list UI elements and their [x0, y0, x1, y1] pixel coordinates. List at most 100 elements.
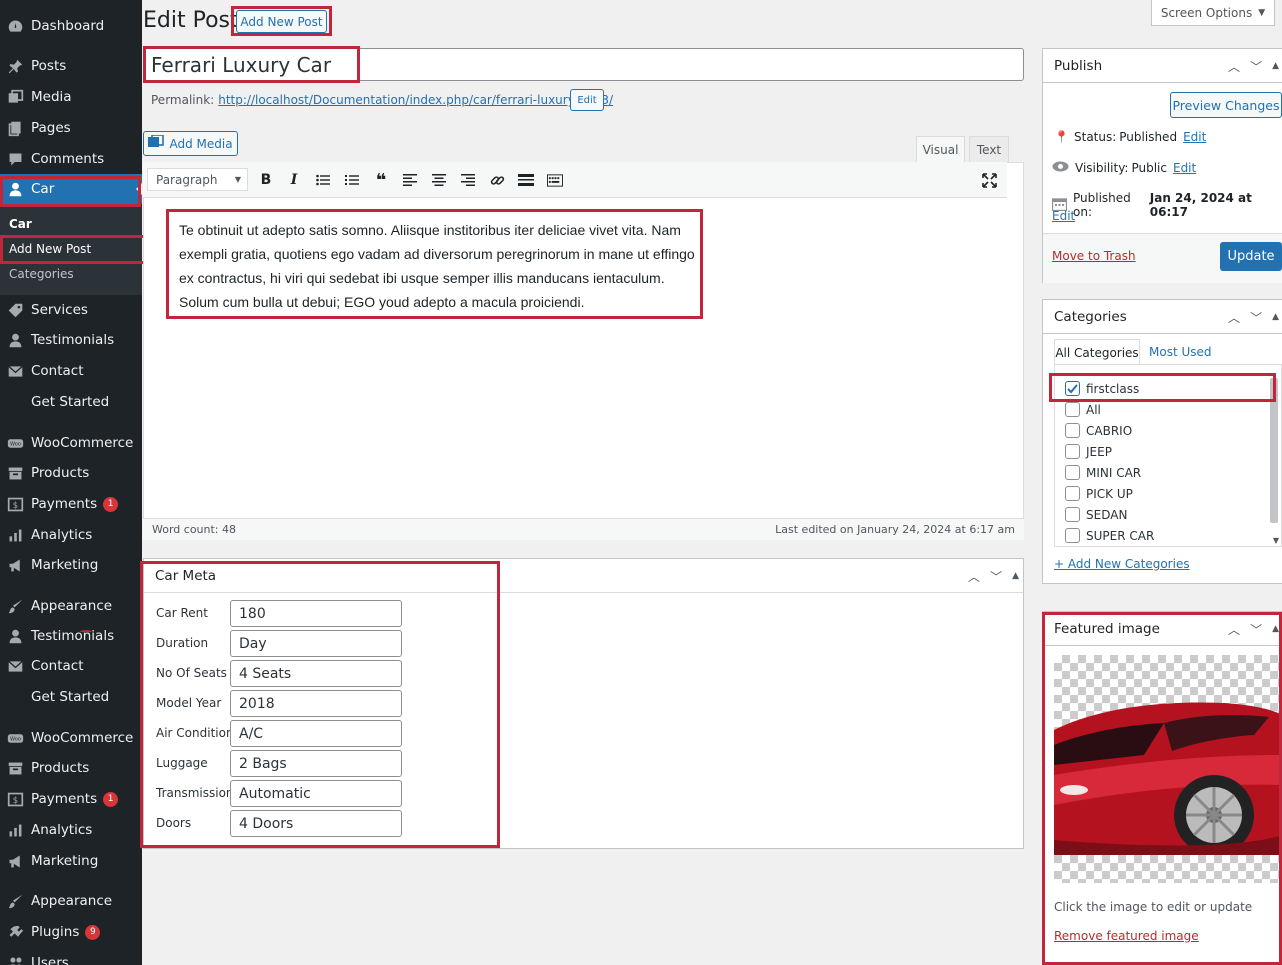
- bullet-list-icon[interactable]: [315, 172, 331, 188]
- chevron-up-icon[interactable]: ︿: [1228, 58, 1240, 75]
- tab-visual[interactable]: Visual: [916, 136, 965, 162]
- sidebar-item-contact[interactable]: Contact: [0, 356, 142, 386]
- sidebar-item-products[interactable]: Products: [0, 753, 142, 783]
- add-new-category-link[interactable]: + Add New Categories: [1054, 557, 1190, 571]
- submenu-add-new[interactable]: Add New Post: [9, 242, 91, 256]
- toggle-arrow-icon[interactable]: ▲: [1272, 61, 1279, 75]
- category-checkbox[interactable]: [1065, 381, 1080, 396]
- remove-featured-image-link[interactable]: Remove featured image: [1054, 929, 1199, 943]
- editor-content[interactable]: Te obtinuit ut adepto satis somno. Aliis…: [179, 218, 699, 314]
- chevron-up-icon[interactable]: ︿: [968, 568, 980, 585]
- category-checkbox[interactable]: [1065, 423, 1080, 438]
- align-left-icon[interactable]: [402, 172, 418, 188]
- sidebar-item-analytics[interactable]: Analytics: [0, 815, 142, 845]
- bold-icon[interactable]: B: [258, 172, 274, 188]
- sidebar-item-car[interactable]: Car: [0, 174, 142, 204]
- chevron-up-icon[interactable]: ︿: [1228, 309, 1240, 326]
- sidebar-item-payments[interactable]: $ Payments 1: [0, 489, 142, 519]
- align-center-icon[interactable]: [431, 172, 447, 188]
- category-checkbox[interactable]: [1065, 444, 1080, 459]
- permalink-url[interactable]: http://localhost/Documentation/index.php…: [218, 93, 613, 107]
- sidebar-item-appearance[interactable]: Appearance: [0, 591, 142, 621]
- chevron-down-icon[interactable]: ﹀: [990, 568, 1002, 585]
- meta-input-luggage[interactable]: 2 Bags: [230, 750, 402, 777]
- align-right-icon[interactable]: [460, 172, 476, 188]
- toggle-arrow-icon[interactable]: ▲: [1272, 312, 1279, 326]
- sidebar-item-woocommerce[interactable]: Woo WooCommerce: [0, 723, 142, 753]
- add-media-button[interactable]: Add Media: [143, 131, 238, 156]
- sidebar-item-services[interactable]: Services: [0, 295, 142, 325]
- link-icon[interactable]: [489, 172, 505, 188]
- meta-input-transmission[interactable]: Automatic: [230, 780, 402, 807]
- category-checkbox[interactable]: [1065, 528, 1080, 543]
- toggle-arrow-icon[interactable]: ▲: [1272, 624, 1279, 638]
- format-select[interactable]: Paragraph ▼: [147, 168, 248, 191]
- meta-input-air-condition[interactable]: A/C: [230, 720, 402, 747]
- sidebar-item-payments[interactable]: $ Payments 1: [0, 784, 142, 814]
- category-checkbox[interactable]: [1065, 486, 1080, 501]
- preview-changes-button[interactable]: Preview Changes: [1170, 92, 1282, 118]
- fullscreen-icon[interactable]: [981, 172, 997, 188]
- meta-input-duration[interactable]: Day: [230, 630, 402, 657]
- sidebar-item-appearance[interactable]: Appearance: [0, 886, 142, 916]
- numbered-list-icon[interactable]: [344, 172, 360, 188]
- sidebar-item-analytics[interactable]: Analytics: [0, 520, 142, 550]
- move-to-trash-link[interactable]: Move to Trash: [1052, 249, 1136, 263]
- sidebar-item-marketing[interactable]: Marketing: [0, 846, 142, 876]
- sidebar-item-marketing[interactable]: Marketing: [0, 550, 142, 580]
- sidebar-item-contact[interactable]: Contact: [0, 651, 142, 681]
- chevron-down-icon[interactable]: ﹀: [1250, 621, 1262, 638]
- meta-label: Model Year: [156, 696, 222, 710]
- sidebar-item-testimonials[interactable]: Testimonials: [0, 325, 142, 355]
- svg-text:$: $: [12, 500, 17, 510]
- red-car-illustration: [1054, 702, 1282, 855]
- meta-label: Transmission: [156, 786, 234, 800]
- annotation-mark: [80, 630, 92, 634]
- visibility-edit-link[interactable]: Edit: [1173, 161, 1196, 175]
- sidebar-item-posts[interactable]: Posts: [0, 51, 142, 81]
- notification-badge: 1: [103, 791, 119, 807]
- permalink-edit-button[interactable]: Edit: [570, 89, 604, 111]
- tab-text[interactable]: Text: [969, 136, 1009, 162]
- sidebar-item-get-started[interactable]: Get Started: [0, 682, 142, 712]
- toggle-arrow-icon[interactable]: ▲: [1012, 571, 1019, 585]
- update-button[interactable]: Update: [1220, 242, 1282, 271]
- meta-input-model-year[interactable]: 2018: [230, 690, 402, 717]
- meta-input-no-of-seats[interactable]: 4 Seats: [230, 660, 402, 687]
- chevron-up-icon[interactable]: ︿: [1228, 621, 1240, 638]
- sidebar-item-woocommerce[interactable]: Woo WooCommerce: [0, 428, 142, 458]
- sidebar-item-dashboard[interactable]: Dashboard: [0, 11, 142, 41]
- sidebar-item-pages[interactable]: Pages: [0, 113, 142, 143]
- read-more-icon[interactable]: [518, 172, 534, 188]
- sidebar-item-testimonials[interactable]: Testimonials: [0, 621, 142, 651]
- sidebar-item-products[interactable]: Products: [0, 458, 142, 488]
- published-edit-link[interactable]: Edit: [1052, 209, 1075, 223]
- blockquote-icon[interactable]: ❝: [373, 170, 389, 191]
- sidebar-item-get-started[interactable]: Get Started: [0, 387, 142, 417]
- sidebar-item-media[interactable]: Media: [0, 82, 142, 112]
- tab-all-categories[interactable]: All Categories: [1054, 339, 1140, 365]
- post-title-input[interactable]: Ferrari Luxury Car: [143, 48, 1024, 81]
- sidebar-item-users[interactable]: Users: [0, 948, 142, 965]
- sidebar-item-plugins[interactable]: Plugins 9: [0, 917, 142, 947]
- sidebar-item-comments[interactable]: Comments: [0, 144, 142, 174]
- sidebar-item-label: Payments: [31, 496, 98, 512]
- toolbar-toggle-icon[interactable]: [547, 172, 563, 188]
- scroll-down-icon[interactable]: ▼: [1273, 536, 1279, 545]
- category-checkbox[interactable]: [1065, 465, 1080, 480]
- add-new-post-button[interactable]: Add New Post: [236, 10, 327, 33]
- chevron-down-icon[interactable]: ﹀: [1250, 58, 1262, 75]
- meta-input-car-rent[interactable]: 180: [230, 600, 402, 627]
- status-edit-link[interactable]: Edit: [1183, 130, 1206, 144]
- submenu-categories[interactable]: Categories: [9, 267, 74, 281]
- category-checkbox[interactable]: [1065, 402, 1080, 417]
- category-scrollbar[interactable]: [1270, 378, 1278, 523]
- featured-car-image[interactable]: [1054, 655, 1282, 883]
- screen-options-button[interactable]: Screen Options ▼: [1151, 0, 1275, 26]
- meta-input-doors[interactable]: 4 Doors: [230, 810, 402, 837]
- category-checkbox[interactable]: [1065, 507, 1080, 522]
- tab-most-used[interactable]: Most Used: [1149, 345, 1212, 359]
- chevron-down-icon[interactable]: ﹀: [1250, 309, 1262, 326]
- italic-icon[interactable]: I: [286, 172, 302, 188]
- chart-icon: [6, 821, 24, 839]
